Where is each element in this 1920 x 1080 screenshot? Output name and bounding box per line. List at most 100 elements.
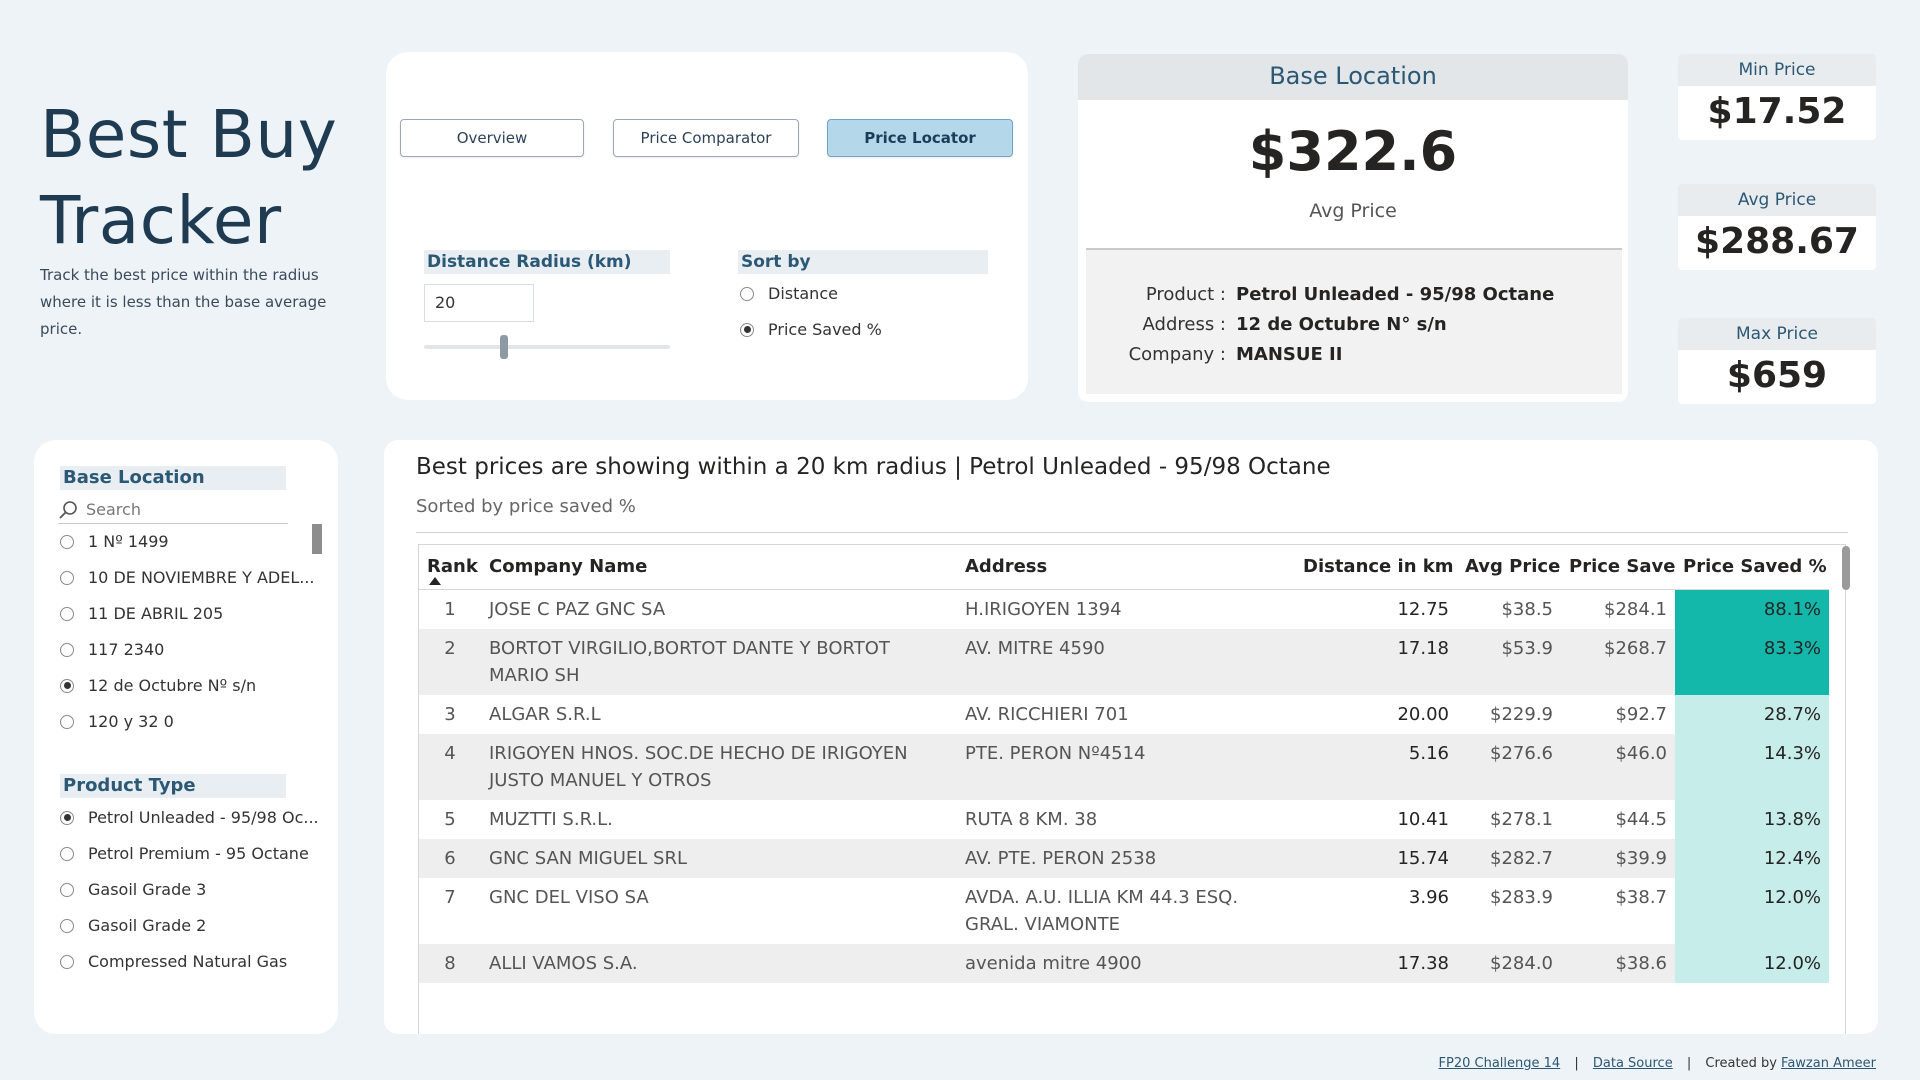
column-header-address[interactable]: Address bbox=[957, 545, 1295, 590]
rank-cell: 8 bbox=[419, 943, 481, 983]
table-body: 1 JOSE C PAZ GNC SA H.IRIGOYEN 1394 12.75 $3… bbox=[419, 589, 1829, 983]
avg-price-cell: $278.1 bbox=[1490, 808, 1553, 830]
column-header-avg-price[interactable]: Avg Price bbox=[1457, 545, 1561, 590]
best-prices-table-card: Best prices are showing within a 20 km r… bbox=[384, 440, 1878, 1034]
radio-selected-icon[interactable] bbox=[60, 810, 74, 825]
kpi-value: $288.67 bbox=[1695, 221, 1859, 262]
location-item[interactable]: 117 2340 bbox=[60, 640, 164, 659]
sort-option-price-saved[interactable]: Price Saved % bbox=[740, 320, 882, 339]
product-item[interactable]: Gasoil Grade 2 bbox=[60, 916, 206, 935]
location-list-scrollbar[interactable] bbox=[312, 524, 322, 554]
location-search-input[interactable]: Search bbox=[58, 496, 288, 524]
distance-slider-track[interactable] bbox=[424, 345, 670, 349]
radio-icon[interactable] bbox=[740, 286, 754, 301]
rank-cell: 6 bbox=[419, 838, 481, 878]
table-row[interactable]: 2 BORTOT VIRGILIO,BORTOT DANTE Y BORTOT M… bbox=[419, 628, 1829, 695]
price-comparator-button[interactable]: Price Comparator bbox=[613, 119, 799, 157]
column-header-company[interactable]: Company Name bbox=[481, 545, 957, 590]
location-label: 1 Nº 1499 bbox=[88, 532, 169, 551]
location-item[interactable]: 10 DE NOVIEMBRE Y ADEL... bbox=[60, 568, 315, 587]
base-location-details: Product : Petrol Unleaded - 95/98 Octane… bbox=[1086, 248, 1622, 394]
navigation-card: Overview Price Comparator Price Locator … bbox=[386, 52, 1028, 400]
price-save-cell: $46.0 bbox=[1561, 733, 1675, 800]
location-label: 117 2340 bbox=[88, 640, 165, 659]
distance-cell: 10.41 bbox=[1397, 808, 1449, 830]
kpi-label: Max Price bbox=[1678, 318, 1876, 350]
search-icon bbox=[58, 499, 80, 521]
overview-button[interactable]: Overview bbox=[400, 119, 584, 157]
detail-key: Product : bbox=[1145, 284, 1226, 305]
product-item-selected[interactable]: Petrol Unleaded - 95/98 Oc... bbox=[60, 808, 319, 827]
address-cell: avenida mitre 4900 bbox=[957, 943, 1295, 983]
product-item[interactable]: Compressed Natural Gas bbox=[60, 952, 287, 971]
rank-cell: 2 bbox=[419, 628, 481, 695]
location-item[interactable]: 120 y 32 0 bbox=[60, 712, 174, 731]
column-label: Rank bbox=[427, 556, 478, 578]
location-item[interactable]: 1 Nº 1499 bbox=[60, 532, 169, 551]
radio-icon[interactable] bbox=[60, 570, 74, 585]
table-row[interactable]: 4 IRIGOYEN HNOS. SOC.DE HECHO DE IRIGOYEN… bbox=[419, 733, 1829, 800]
base-avg-price-label: Avg Price bbox=[1309, 200, 1397, 222]
sort-option-distance[interactable]: Distance bbox=[740, 284, 838, 303]
radio-icon[interactable] bbox=[60, 846, 74, 861]
detail-value: 12 de Octubre N° s/n bbox=[1236, 314, 1447, 335]
table-scroll-area[interactable]: Rank Company Name Address Distance in km… bbox=[418, 544, 1846, 1034]
title-line-1: Best Buy bbox=[40, 96, 338, 173]
table-row[interactable]: 6 GNC SAN MIGUEL SRL AV. PTE. PERON 2538 15… bbox=[419, 838, 1829, 878]
product-item[interactable]: Petrol Premium - 95 Octane bbox=[60, 844, 309, 863]
avg-price-cell: $229.9 bbox=[1490, 703, 1553, 725]
radio-icon[interactable] bbox=[60, 642, 74, 657]
challenge-link[interactable]: FP20 Challenge 14 bbox=[1439, 1056, 1561, 1071]
price-saved-pct-cell: 12.0% bbox=[1675, 943, 1829, 983]
radio-selected-icon[interactable] bbox=[740, 322, 754, 337]
radio-icon[interactable] bbox=[60, 882, 74, 897]
price-saved-pct-cell: 28.7% bbox=[1675, 694, 1829, 734]
price-save-cell: $38.7 bbox=[1615, 886, 1667, 908]
author-link[interactable]: Fawzan Ameer bbox=[1781, 1056, 1876, 1071]
sort-by-label: Sort by bbox=[738, 250, 988, 274]
price-locator-button[interactable]: Price Locator bbox=[827, 119, 1013, 157]
address-cell: AV. MITRE 4590 bbox=[957, 628, 1295, 695]
radio-icon[interactable] bbox=[60, 918, 74, 933]
location-item[interactable]: 11 DE ABRIL 205 bbox=[60, 604, 223, 623]
column-header-distance[interactable]: Distance in km bbox=[1295, 545, 1457, 590]
table-scrollbar[interactable] bbox=[1842, 546, 1850, 590]
address-cell: AVDA. A.U. ILLIA KM 44.3 ESQ. GRAL. VIAM… bbox=[965, 886, 1239, 935]
radio-icon[interactable] bbox=[60, 534, 74, 549]
column-header-price-save[interactable]: Price Save bbox=[1561, 545, 1675, 590]
location-label: 12 de Octubre Nº s/n bbox=[88, 676, 257, 695]
address-cell: RUTA 8 KM. 38 bbox=[965, 808, 1098, 830]
table-row[interactable]: 1 JOSE C PAZ GNC SA H.IRIGOYEN 1394 12.75 $3… bbox=[419, 589, 1829, 629]
column-header-rank[interactable]: Rank bbox=[419, 545, 481, 590]
dashboard-title: Best Buy Tracker bbox=[40, 92, 337, 264]
radio-selected-icon[interactable] bbox=[60, 678, 74, 693]
radio-icon[interactable] bbox=[60, 954, 74, 969]
location-item-selected[interactable]: 12 de Octubre Nº s/n bbox=[60, 676, 256, 695]
distance-slider-handle[interactable] bbox=[500, 335, 508, 359]
separator: | bbox=[1574, 1056, 1579, 1071]
rank-cell: 7 bbox=[444, 886, 456, 908]
location-label: 10 DE NOVIEMBRE Y ADEL... bbox=[88, 568, 315, 587]
price-saved-pct-cell: 12.4% bbox=[1675, 838, 1829, 878]
table-row[interactable]: 3 ALGAR S.R.L AV. RICCHIERI 701 20.00 $229.9… bbox=[419, 694, 1829, 734]
price-save-cell: $284.1 bbox=[1604, 598, 1667, 620]
sort-option-label: Distance bbox=[768, 284, 838, 303]
distance-radius-input[interactable]: 20 bbox=[424, 284, 534, 322]
radio-icon[interactable] bbox=[60, 606, 74, 621]
table-row[interactable]: 8 ALLI VAMOS S.A. avenida mitre 4900 17.38 $… bbox=[419, 943, 1829, 983]
column-header-price-saved-pct[interactable]: Price Saved % bbox=[1675, 545, 1829, 590]
avg-price-cell: $53.9 bbox=[1457, 628, 1561, 695]
address-cell: H.IRIGOYEN 1394 bbox=[965, 598, 1122, 620]
footer: FP20 Challenge 14 | Data Source | Create… bbox=[1439, 1056, 1876, 1071]
radio-icon[interactable] bbox=[60, 714, 74, 729]
table-row[interactable]: 7 GNC DEL VISO SA AVDA. A.U. ILLIA KM 44.3… bbox=[419, 877, 1829, 944]
company-cell: BORTOT VIRGILIO,BORTOT DANTE Y BORTOT MA… bbox=[481, 628, 957, 695]
product-label: Gasoil Grade 3 bbox=[88, 880, 207, 899]
data-source-link[interactable]: Data Source bbox=[1593, 1056, 1673, 1071]
max-price-card: Max Price $659 bbox=[1678, 318, 1876, 404]
product-item[interactable]: Gasoil Grade 3 bbox=[60, 880, 206, 899]
rank-cell: 1 bbox=[444, 598, 456, 620]
avg-price-cell: $38.5 bbox=[1501, 598, 1553, 620]
product-label: Petrol Premium - 95 Octane bbox=[88, 844, 309, 863]
table-row[interactable]: 5 MUZTTI S.R.L. RUTA 8 KM. 38 10.41 $278.1 $4… bbox=[419, 799, 1829, 839]
